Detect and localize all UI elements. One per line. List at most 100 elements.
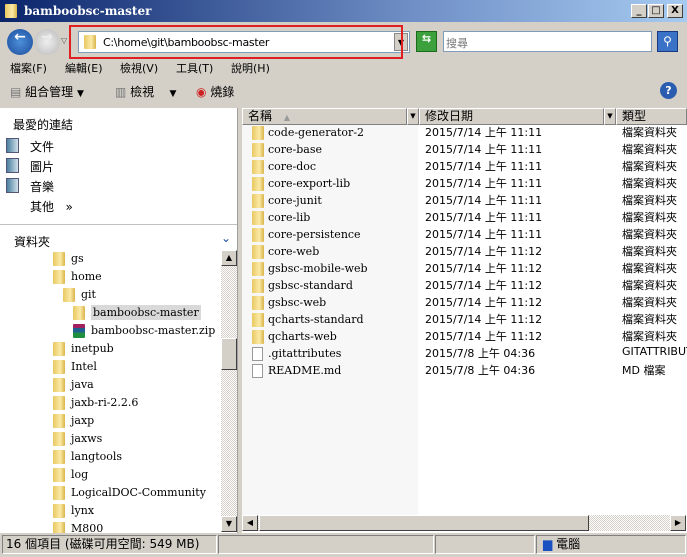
folder-icon — [252, 262, 264, 276]
menu-edit[interactable]: 編輯(E) — [65, 60, 103, 76]
folder-icon — [252, 228, 264, 242]
h-scroll-thumb[interactable] — [259, 515, 589, 531]
tree-item[interactable]: Intel — [0, 358, 220, 376]
minimize-button[interactable]: _ — [631, 4, 647, 18]
folder-icon — [53, 432, 65, 446]
tree-item[interactable]: M800 — [0, 520, 220, 533]
folder-tree: gs home git bamboobsc-master bamboobsc-maste… — [0, 250, 220, 533]
file-row[interactable]: core-doc 2015/7/14 上午 11:11 檔案資料夾 — [242, 158, 687, 175]
menu-view[interactable]: 檢視(V) — [120, 60, 158, 76]
folder-icon — [53, 468, 65, 482]
tree-item-label: bamboobsc-master — [91, 305, 201, 320]
folder-icon — [53, 252, 65, 266]
file-type: 檔案資料夾 — [622, 160, 677, 173]
tree-item[interactable]: bamboobsc-master.zip — [0, 322, 220, 340]
tree-scrollbar[interactable]: ▲ ▼ — [221, 250, 237, 532]
navigation-pane: 最愛的連結 文件 圖片 音樂 其他 » 資料夾 ⌄ gs home git bambo… — [0, 108, 238, 533]
scroll-up-button[interactable]: ▲ — [221, 250, 237, 266]
file-row[interactable]: qcharts-web 2015/7/14 上午 11:12 檔案資料夾 — [242, 328, 687, 345]
tree-item[interactable]: LogicalDOC-Community — [0, 484, 220, 502]
name-filter-dropdown[interactable]: ▼ — [407, 108, 419, 125]
favorite-music[interactable]: 音樂 — [30, 178, 54, 195]
file-type: 檔案資料夾 — [622, 313, 677, 326]
file-row[interactable]: .gitattributes 2015/7/8 上午 04:36 GITATTRIB… — [242, 345, 687, 362]
scroll-left-button[interactable]: ◀ — [242, 515, 258, 531]
favorite-more[interactable]: 其他 » — [30, 198, 73, 215]
tree-item[interactable]: gs — [0, 250, 220, 268]
tree-item[interactable]: jaxb-ri-2.2.6 — [0, 394, 220, 412]
file-row[interactable]: README.md 2015/7/8 上午 04:36 MD 檔案 — [242, 362, 687, 379]
file-row[interactable]: qcharts-standard 2015/7/14 上午 11:12 檔案資料夾 — [242, 311, 687, 328]
file-name: core-base — [268, 143, 323, 156]
tree-item-label: Intel — [71, 360, 97, 373]
collapse-chevron-icon[interactable]: ⌄ — [221, 231, 231, 245]
tree-item[interactable]: git — [0, 286, 220, 304]
file-row[interactable]: gsbsc-standard 2015/7/14 上午 11:12 檔案資料夾 — [242, 277, 687, 294]
recent-pages-dropdown-icon[interactable]: ▽ — [61, 36, 67, 45]
favorite-pictures[interactable]: 圖片 — [30, 158, 54, 175]
tree-item[interactable]: home — [0, 268, 220, 286]
scroll-thumb[interactable] — [221, 338, 237, 370]
file-date: 2015/7/14 上午 11:12 — [425, 296, 543, 309]
file-row[interactable]: code-generator-2 2015/7/14 上午 11:11 檔案資料夾 — [242, 124, 687, 141]
file-row[interactable]: core-base 2015/7/14 上午 11:11 檔案資料夾 — [242, 141, 687, 158]
help-icon[interactable]: ? — [660, 82, 677, 99]
back-button[interactable]: ← — [7, 29, 33, 55]
organize-button[interactable]: ▤ 組合管理 ▼ — [10, 83, 84, 100]
file-date: 2015/7/14 上午 11:11 — [425, 194, 543, 207]
file-icon — [252, 364, 263, 378]
folder-icon — [63, 288, 75, 302]
column-header-date[interactable]: 修改日期 — [419, 108, 604, 125]
folders-title[interactable]: 資料夾 — [14, 233, 50, 250]
scroll-right-button[interactable]: ▶ — [670, 515, 686, 531]
folder-icon — [252, 313, 264, 327]
menu-file[interactable]: 檔案(F) — [10, 60, 47, 76]
views-button[interactable]: ▥ 檢視 ▼ — [115, 83, 176, 100]
chevron-down-icon: ▼ — [169, 89, 177, 99]
name-header-label: 名稱 — [248, 109, 273, 123]
refresh-icon[interactable]: ⇆ — [416, 31, 437, 52]
horizontal-scrollbar[interactable]: ◀ ▶ — [242, 515, 686, 531]
tree-item-label: inetpub — [71, 342, 114, 355]
folder-icon — [53, 378, 65, 392]
tree-item[interactable]: lynx — [0, 502, 220, 520]
tree-item[interactable]: jaxws — [0, 430, 220, 448]
tree-item-label: lynx — [71, 504, 95, 517]
folder-icon — [252, 143, 264, 157]
tree-item[interactable]: bamboobsc-master — [0, 304, 220, 322]
forward-button[interactable]: → — [34, 29, 60, 55]
folder-icon — [53, 396, 65, 410]
scroll-down-button[interactable]: ▼ — [221, 516, 237, 532]
tree-item[interactable]: java — [0, 376, 220, 394]
menu-tools[interactable]: 工具(T) — [176, 60, 213, 76]
sort-ascending-icon: ▲ — [283, 113, 290, 122]
column-header-type[interactable]: 類型 — [616, 108, 687, 125]
file-row[interactable]: core-persistence 2015/7/14 上午 11:11 檔案資料夾 — [242, 226, 687, 243]
file-row[interactable]: core-web 2015/7/14 上午 11:12 檔案資料夾 — [242, 243, 687, 260]
file-row[interactable]: core-lib 2015/7/14 上午 11:11 檔案資料夾 — [242, 209, 687, 226]
maximize-button[interactable]: □ — [648, 4, 664, 18]
search-icon[interactable]: ⚲ — [657, 31, 678, 52]
file-date: 2015/7/14 上午 11:12 — [425, 279, 543, 292]
status-location: ▆ 電腦 — [536, 535, 686, 554]
file-row[interactable]: core-junit 2015/7/14 上午 11:11 檔案資料夾 — [242, 192, 687, 209]
file-name: code-generator-2 — [268, 126, 365, 139]
column-header-name[interactable]: 名稱 ▲ — [242, 108, 407, 125]
tree-item[interactable]: langtools — [0, 448, 220, 466]
tree-item[interactable]: inetpub — [0, 340, 220, 358]
file-row[interactable]: gsbsc-web 2015/7/14 上午 11:12 檔案資料夾 — [242, 294, 687, 311]
search-input[interactable]: 搜尋 — [443, 31, 652, 52]
tree-item[interactable]: log — [0, 466, 220, 484]
file-row[interactable]: core-export-lib 2015/7/14 上午 11:11 檔案資料夾 — [242, 175, 687, 192]
music-icon — [6, 178, 19, 193]
file-row[interactable]: gsbsc-mobile-web 2015/7/14 上午 11:12 檔案資料夾 — [242, 260, 687, 277]
favorite-documents[interactable]: 文件 — [30, 138, 54, 155]
burn-button[interactable]: ◉ 燒錄 — [196, 83, 234, 100]
menu-help[interactable]: 說明(H) — [231, 60, 270, 76]
folder-icon — [252, 194, 264, 208]
tree-item-label: gs — [71, 252, 84, 265]
tree-item[interactable]: jaxp — [0, 412, 220, 430]
close-button[interactable]: X — [667, 4, 683, 18]
file-type: 檔案資料夾 — [622, 330, 677, 343]
date-filter-dropdown[interactable]: ▼ — [604, 108, 616, 125]
